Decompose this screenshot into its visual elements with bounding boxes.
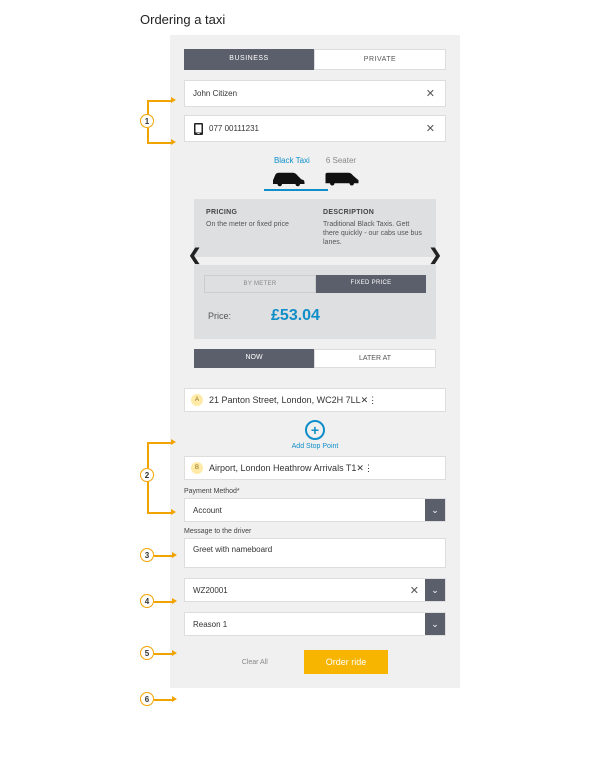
pricing-card: BY METER FIXED PRICE Price: £53.04: [194, 265, 436, 339]
dropoff-input[interactable]: Airport, London Heathrow Arrivals T1: [209, 463, 356, 473]
clear-ref1-icon[interactable]: ✕: [404, 584, 425, 597]
payment-select[interactable]: Account ⌄: [184, 498, 446, 522]
vehicle-tab-6-seater[interactable]: 6 Seater: [326, 156, 356, 167]
tab-by-meter[interactable]: BY METER: [204, 275, 316, 293]
van-icon: [324, 169, 360, 187]
pickup-row[interactable]: A 21 Panton Street, London, WC2H 7LL ✕ ⋮: [184, 388, 446, 412]
payment-label: Payment Method*: [184, 488, 446, 495]
payment-value: Account: [185, 500, 425, 521]
annotation-5: 5: [140, 646, 154, 660]
add-stop-section: + Add Stop Point: [184, 420, 446, 450]
vehicle-carousel: ❮ ❯ Black Taxi 6 Seater PRICING On the m…: [184, 150, 446, 388]
description-heading: DESCRIPTION: [323, 209, 424, 216]
message-textarea[interactable]: Greet with nameboard: [184, 538, 446, 568]
tab-later[interactable]: LATER AT: [314, 349, 436, 368]
black-taxi-icon: [270, 169, 306, 187]
clear-pickup-icon[interactable]: ✕: [361, 395, 369, 406]
add-stop-label: Add Stop Point: [184, 443, 446, 450]
tab-fixed-price[interactable]: FIXED PRICE: [316, 275, 426, 293]
description-text: Traditional Black Taxis. Gett there quic…: [323, 220, 424, 247]
tab-business[interactable]: BUSINESS: [184, 49, 314, 70]
pricing-heading: PRICING: [206, 209, 307, 216]
clear-name-icon[interactable]: ✕: [424, 87, 437, 100]
price-value: £53.04: [271, 307, 320, 325]
dropoff-more-icon[interactable]: ⋮: [364, 463, 373, 474]
pickup-input[interactable]: 21 Panton Street, London, WC2H 7LL: [209, 395, 361, 405]
clear-all-link[interactable]: Clear All: [242, 659, 268, 666]
message-label: Message to the driver: [184, 528, 446, 535]
tab-now[interactable]: NOW: [194, 349, 314, 368]
vehicle-tab-black-taxi[interactable]: Black Taxi: [274, 156, 310, 167]
reference1-chevron-icon[interactable]: ⌄: [425, 579, 445, 601]
name-input-row[interactable]: John Citizen ✕: [184, 80, 446, 107]
annotation-1: 1: [140, 114, 154, 128]
price-label: Price:: [208, 311, 231, 321]
active-underline: [264, 189, 328, 191]
annotation-4: 4: [140, 594, 154, 608]
rider-type-tabs: BUSINESS PRIVATE: [184, 49, 446, 70]
order-ride-button[interactable]: Order ride: [304, 650, 389, 674]
next-vehicle-icon[interactable]: ❯: [429, 245, 442, 265]
pickup-more-icon[interactable]: ⋮: [368, 395, 377, 406]
phone-input-row[interactable]: 077 00111231 ✕: [184, 115, 446, 142]
vehicle-info-card: PRICING On the meter or fixed price DESC…: [194, 199, 436, 257]
annotation-6: 6: [140, 692, 154, 706]
reference2-chevron-icon[interactable]: ⌄: [425, 613, 445, 635]
phone-icon: [193, 123, 203, 135]
pricing-text: On the meter or fixed price: [206, 220, 307, 229]
page-title: Ordering a taxi: [0, 0, 600, 35]
add-stop-button[interactable]: +: [305, 420, 325, 440]
reference1-select[interactable]: WZ20001 ✕ ⌄: [184, 578, 446, 602]
payment-chevron-icon[interactable]: ⌄: [425, 499, 445, 521]
reference1-value: WZ20001: [185, 580, 404, 601]
clear-dropoff-icon[interactable]: ✕: [356, 463, 364, 474]
annotation-2: 2: [140, 468, 154, 482]
phone-input[interactable]: 077 00111231: [209, 124, 424, 133]
prev-vehicle-icon[interactable]: ❮: [188, 245, 201, 265]
reference2-value: Reason 1: [185, 614, 425, 635]
app-panel: BUSINESS PRIVATE John Citizen ✕ 077 0011…: [170, 35, 460, 688]
clear-phone-icon[interactable]: ✕: [424, 122, 437, 135]
tab-private[interactable]: PRIVATE: [314, 49, 446, 70]
dropoff-row[interactable]: B Airport, London Heathrow Arrivals T1 ✕…: [184, 456, 446, 480]
name-input[interactable]: John Citizen: [193, 89, 424, 98]
annotation-3: 3: [140, 548, 154, 562]
reference2-select[interactable]: Reason 1 ⌄: [184, 612, 446, 636]
pickup-pin-icon: A: [191, 394, 203, 406]
dropoff-pin-icon: B: [191, 462, 203, 474]
